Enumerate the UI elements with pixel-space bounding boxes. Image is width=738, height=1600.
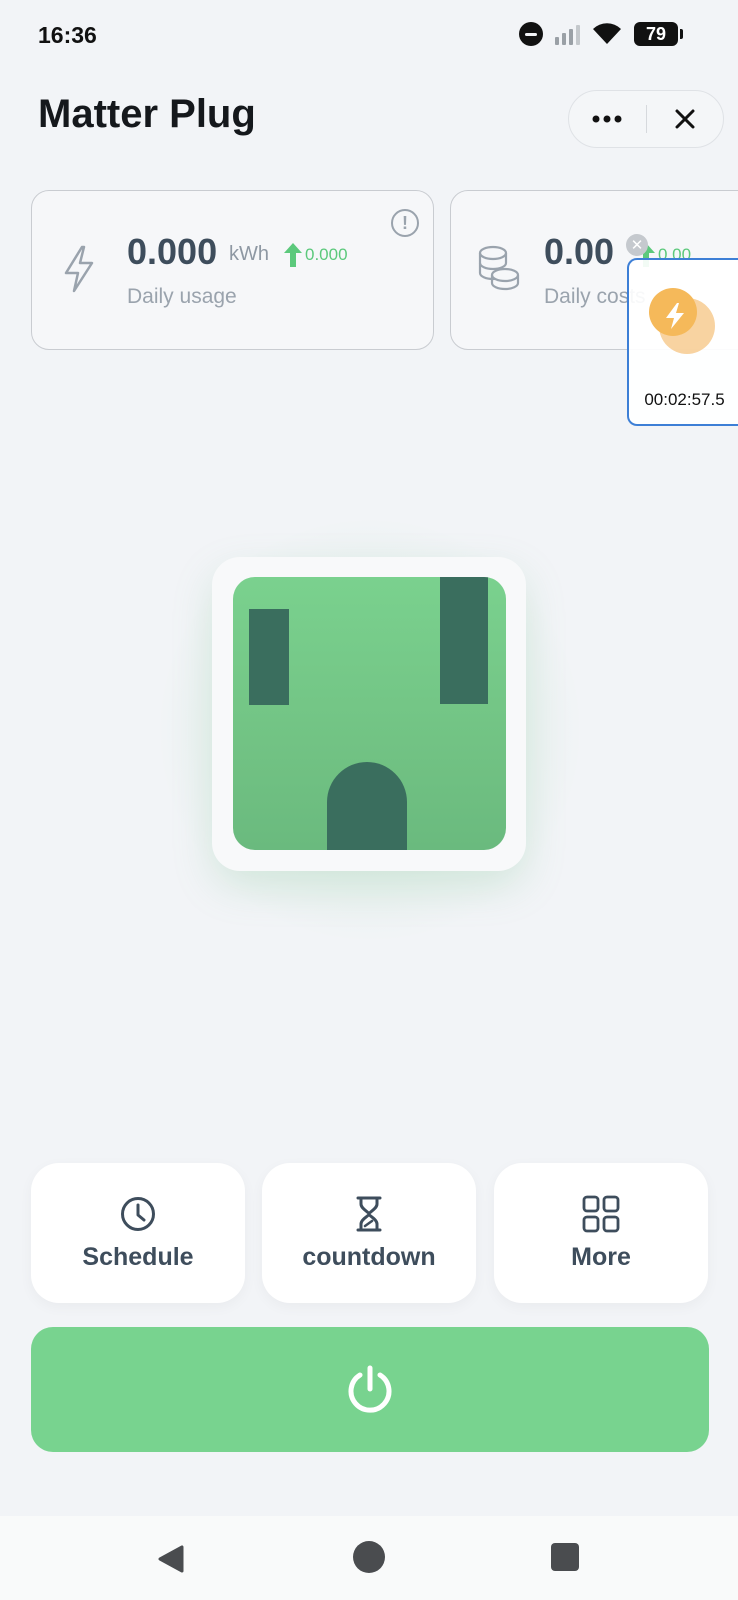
lightning-icon bbox=[62, 245, 96, 298]
floating-widget-close-button[interactable]: ✕ bbox=[626, 234, 648, 256]
page-title: Matter Plug bbox=[38, 92, 256, 136]
back-triangle-icon bbox=[158, 1545, 184, 1573]
countdown-label: countdown bbox=[302, 1242, 436, 1271]
countdown-button[interactable]: countdown bbox=[262, 1163, 476, 1303]
socket-illustration[interactable] bbox=[233, 577, 506, 850]
nav-recents-button[interactable] bbox=[551, 1543, 579, 1571]
hourglass-icon bbox=[356, 1196, 382, 1231]
status-bar: 16:36 79 bbox=[0, 0, 738, 72]
coins-icon bbox=[477, 243, 521, 296]
nav-home-button[interactable] bbox=[353, 1541, 385, 1573]
more-label: More bbox=[571, 1242, 631, 1271]
more-options-button[interactable]: More bbox=[494, 1163, 708, 1303]
nav-back-button[interactable] bbox=[156, 1544, 186, 1579]
daily-usage-unit: kWh bbox=[229, 243, 269, 265]
mini-program-capsule bbox=[568, 90, 724, 148]
status-time: 16:36 bbox=[38, 22, 97, 48]
more-button[interactable] bbox=[569, 91, 646, 147]
floating-timer-widget[interactable]: 00:02:57.5 bbox=[627, 258, 738, 426]
signal-icon bbox=[555, 23, 580, 45]
schedule-label: Schedule bbox=[82, 1242, 194, 1271]
socket-slot-left bbox=[249, 609, 289, 705]
daily-usage-card[interactable]: 0.000 kWh 0.000 Daily usage ! bbox=[31, 190, 434, 350]
close-button[interactable] bbox=[647, 91, 724, 147]
socket-ground-hole bbox=[327, 762, 407, 850]
schedule-button[interactable]: Schedule bbox=[31, 1163, 245, 1303]
daily-costs-value: 0.00 bbox=[544, 231, 615, 272]
daily-usage-trend-value: 0.000 bbox=[305, 245, 348, 264]
close-icon bbox=[675, 109, 695, 129]
daily-usage-label: Daily usage bbox=[127, 285, 237, 308]
info-icon[interactable]: ! bbox=[391, 209, 419, 237]
daily-usage-value: 0.000 bbox=[127, 231, 218, 272]
clock-icon bbox=[121, 1196, 155, 1231]
status-icons: 79 bbox=[519, 22, 683, 46]
wifi-icon bbox=[592, 23, 622, 45]
battery-indicator: 79 bbox=[634, 22, 683, 46]
floating-bolt-icon bbox=[649, 288, 715, 354]
daily-usage-trend: 0.000 bbox=[284, 243, 348, 267]
socket-slot-right bbox=[440, 577, 488, 704]
power-icon bbox=[348, 1365, 392, 1413]
system-nav-bar bbox=[0, 1516, 738, 1600]
floating-timer-text: 00:02:57.5 bbox=[644, 390, 725, 409]
power-toggle-button[interactable] bbox=[31, 1327, 709, 1452]
more-horizontal-icon bbox=[592, 115, 622, 123]
do-not-disturb-icon bbox=[519, 22, 543, 46]
grid-icon bbox=[582, 1195, 620, 1232]
trend-up-icon bbox=[284, 243, 302, 267]
